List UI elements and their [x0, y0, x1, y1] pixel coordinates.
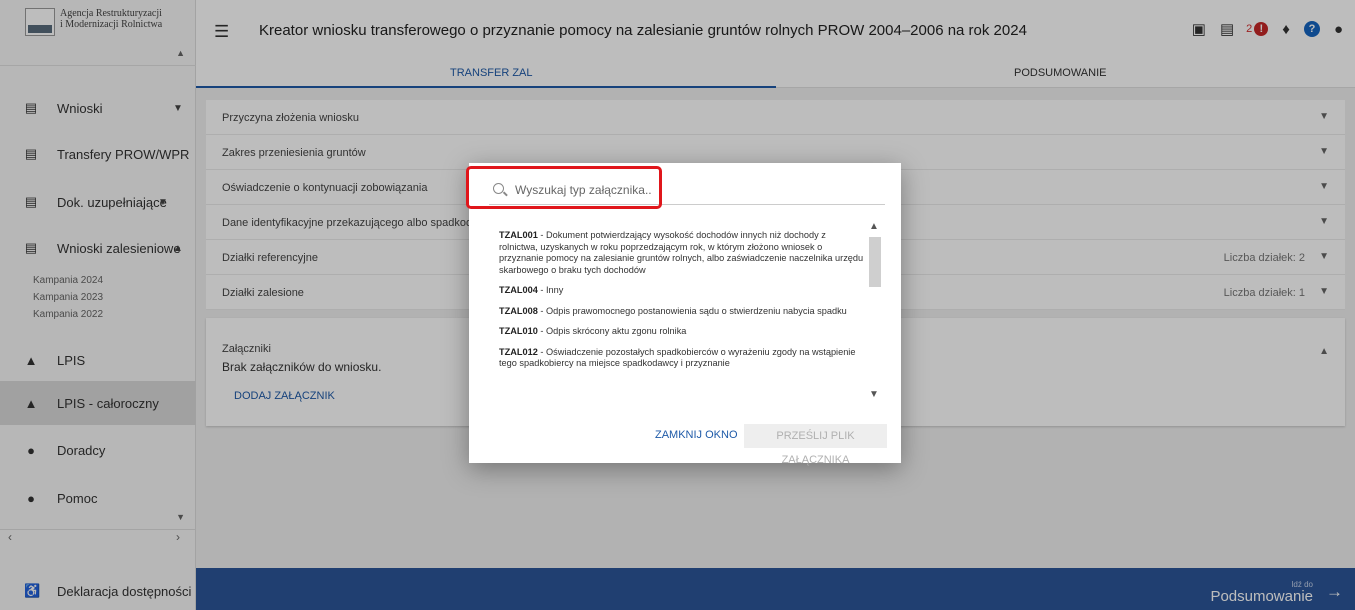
item-text: - Odpis skrócony aktu zgonu rolnika: [537, 326, 687, 336]
item-text: - Odpis prawomocnego postanowienia sądu …: [537, 305, 847, 316]
scrollbar-thumb[interactable]: [869, 237, 881, 287]
list-item[interactable]: TZAL004 - Inny: [499, 285, 867, 297]
list-item[interactable]: TZAL001 - Dokument potwierdzający wysoko…: [499, 230, 867, 276]
list-scrollbar[interactable]: ▲ ▼: [867, 221, 883, 407]
item-code: TZAL001: [499, 230, 538, 240]
chevron-down-icon[interactable]: ▼: [869, 389, 879, 400]
close-dialog-button[interactable]: ZAMKNIJ OKNO: [655, 429, 738, 441]
attachment-type-list: TZAL001 - Dokument potwierdzający wysoko…: [499, 230, 867, 410]
upload-attachment-button[interactable]: PRZEŚLIJ PLIK ZAŁĄCZNIKA: [744, 424, 887, 466]
item-code: TZAL008: [499, 305, 538, 316]
search-highlight-frame: [466, 166, 662, 209]
item-code: TZAL012: [499, 346, 538, 357]
list-item[interactable]: TZAL008 - Odpis prawomocnego postanowien…: [499, 306, 867, 318]
item-text: - Oświadczenie pozostałych spadkobierców…: [499, 346, 856, 369]
item-text: - Inny: [537, 285, 564, 295]
list-item[interactable]: TZAL012 - Oświadczenie pozostałych spadk…: [499, 347, 867, 370]
item-code: TZAL010: [499, 326, 538, 336]
chevron-up-icon[interactable]: ▲: [869, 221, 879, 232]
item-text: - Dokument potwierdzający wysokość docho…: [499, 230, 864, 275]
item-code: TZAL004: [499, 285, 538, 295]
list-item[interactable]: TZAL010 - Odpis skrócony aktu zgonu roln…: [499, 326, 867, 338]
